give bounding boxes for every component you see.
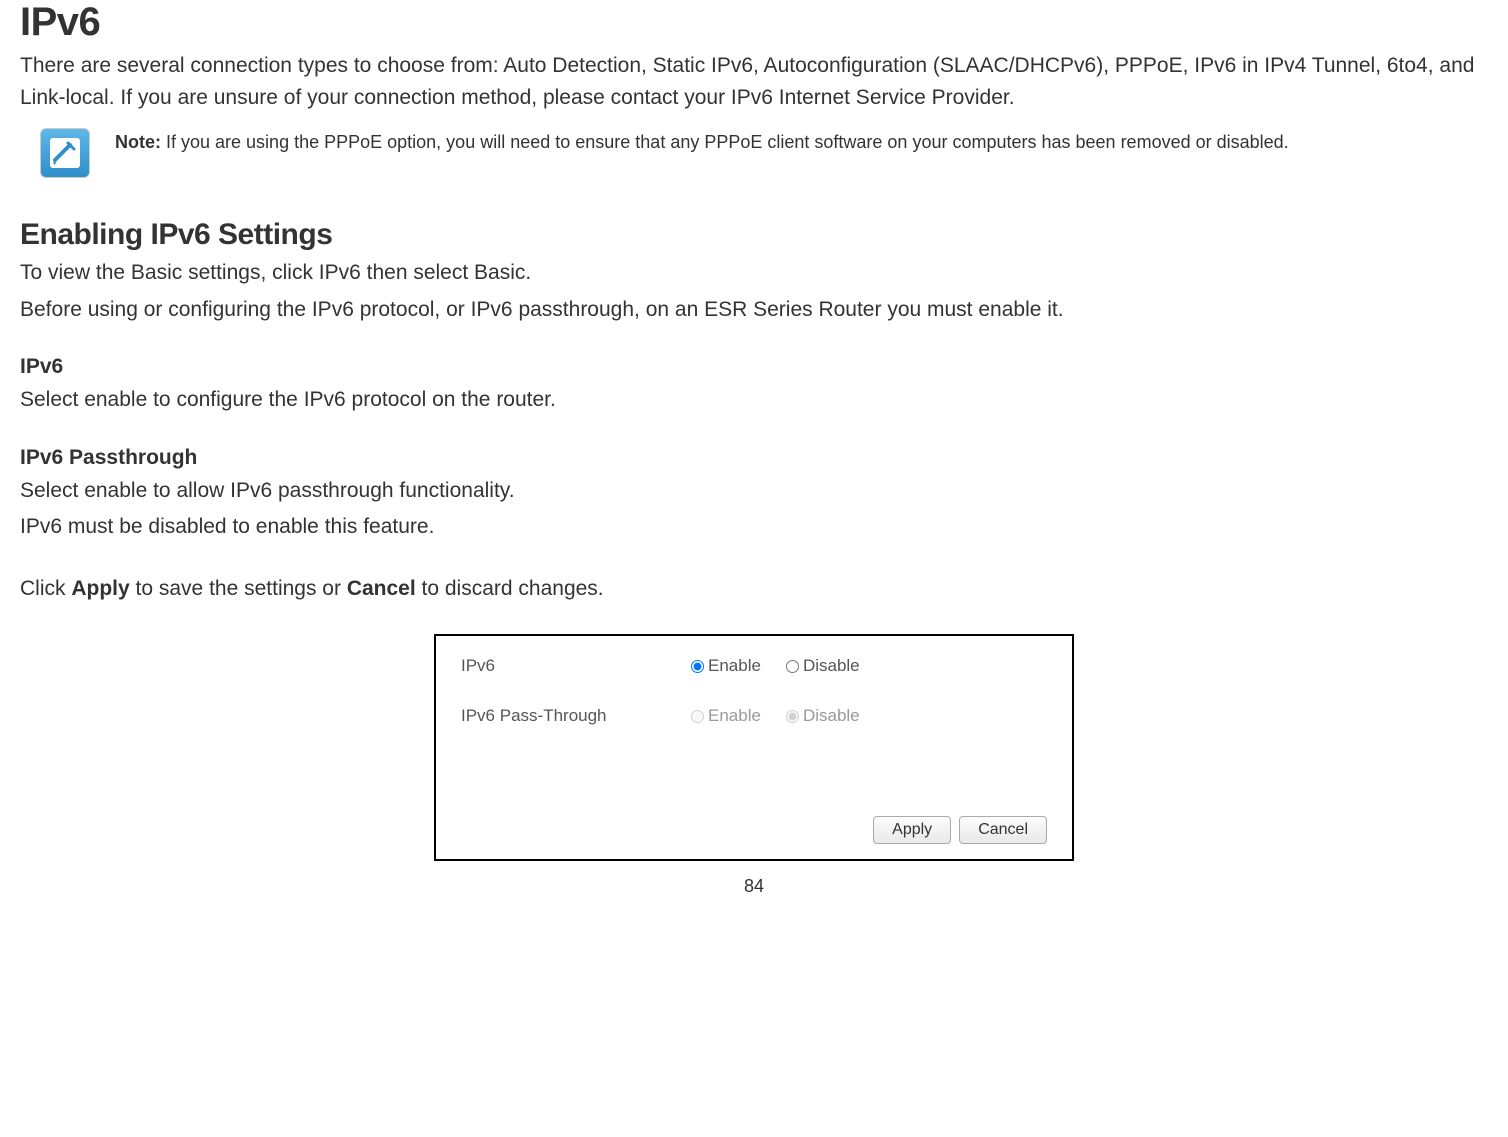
intro-paragraph: There are several connection types to ch… — [20, 50, 1488, 113]
action-prefix: Click — [20, 577, 71, 600]
passthrough-p2: IPv6 must be disabled to enable this fea… — [20, 511, 1488, 543]
ipv6-radio-group: Enable Disable — [691, 656, 860, 676]
passthrough-heading: IPv6 Passthrough — [20, 446, 1488, 470]
passthrough-disable-option: Disable — [786, 706, 860, 726]
action-apply: Apply — [71, 577, 129, 600]
action-suffix: to discard changes. — [416, 577, 604, 600]
apply-button[interactable]: Apply — [873, 816, 951, 844]
note-icon — [40, 128, 90, 178]
section-p2: Before using or configuring the IPv6 pro… — [20, 294, 1488, 326]
action-line: Click Apply to save the settings or Canc… — [20, 573, 1488, 605]
ipv6-enable-label: Enable — [708, 656, 761, 676]
passthrough-enable-label: Enable — [708, 706, 761, 726]
passthrough-enable-radio — [691, 710, 704, 723]
action-cancel: Cancel — [347, 577, 416, 600]
note-body: If you are using the PPPoE option, you w… — [161, 132, 1289, 152]
ipv6-row-label: IPv6 — [461, 656, 691, 676]
passthrough-disable-radio — [786, 710, 799, 723]
passthrough-enable-option: Enable — [691, 706, 761, 726]
note-container: Note: If you are using the PPPoE option,… — [40, 128, 1488, 178]
section-p1: To view the Basic settings, click IPv6 t… — [20, 257, 1488, 289]
ipv6-text: Select enable to configure the IPv6 prot… — [20, 384, 1488, 416]
passthrough-radio-group: Enable Disable — [691, 706, 860, 726]
note-label: Note: — [115, 132, 161, 152]
action-mid: to save the settings or — [130, 577, 347, 600]
button-row: Apply Cancel — [461, 816, 1047, 844]
cancel-button[interactable]: Cancel — [959, 816, 1047, 844]
note-text: Note: If you are using the PPPoE option,… — [115, 128, 1289, 155]
passthrough-row-label: IPv6 Pass-Through — [461, 706, 691, 726]
page-number: 84 — [20, 876, 1488, 897]
ipv6-enable-radio[interactable] — [691, 660, 704, 673]
section-heading: Enabling IPv6 Settings — [20, 218, 1488, 252]
passthrough-disable-label: Disable — [803, 706, 860, 726]
ipv6-row: IPv6 Enable Disable — [461, 656, 1047, 676]
ipv6-enable-option[interactable]: Enable — [691, 656, 761, 676]
ipv6-heading: IPv6 — [20, 355, 1488, 379]
ipv6-disable-option[interactable]: Disable — [786, 656, 860, 676]
ipv6-disable-radio[interactable] — [786, 660, 799, 673]
passthrough-row: IPv6 Pass-Through Enable Disable — [461, 706, 1047, 726]
passthrough-p1: Select enable to allow IPv6 passthrough … — [20, 475, 1488, 507]
settings-panel: IPv6 Enable Disable IPv6 Pass-Through En… — [434, 634, 1074, 861]
page-title: IPv6 — [20, 0, 1488, 45]
ipv6-disable-label: Disable — [803, 656, 860, 676]
